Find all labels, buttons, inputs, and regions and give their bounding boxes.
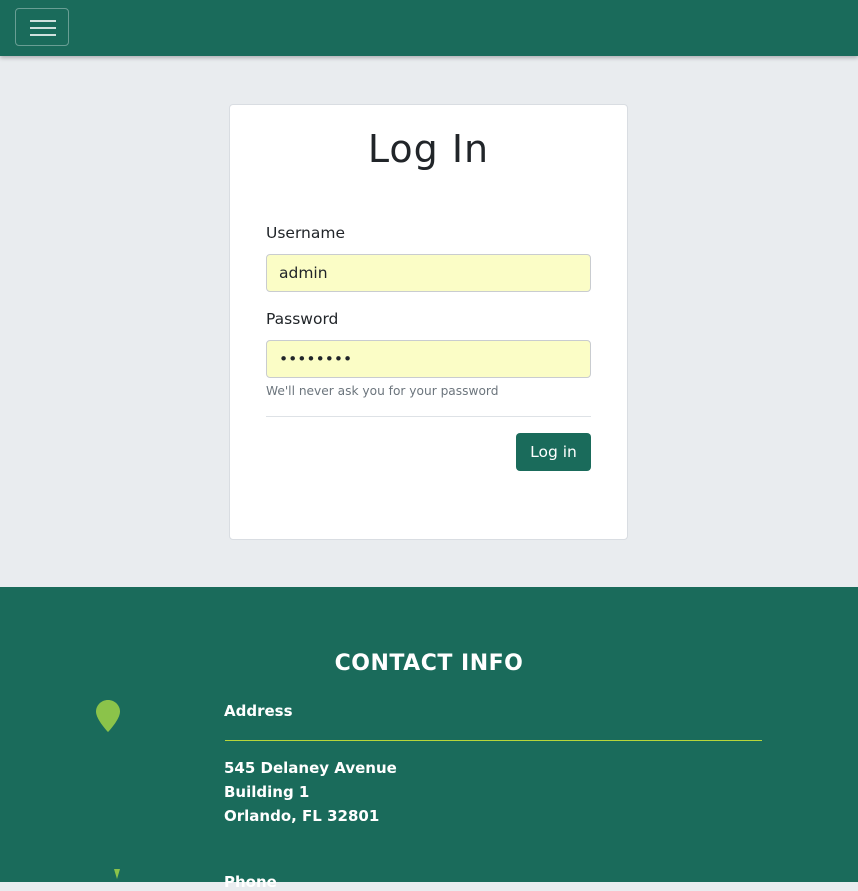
password-help-text: We'll never ask you for your password — [266, 384, 499, 398]
map-pin-icon — [96, 700, 120, 732]
password-input[interactable] — [266, 340, 591, 378]
address-line-2: Building 1 — [224, 783, 310, 801]
phone-icon — [114, 869, 120, 879]
contact-info-heading: CONTACT INFO — [334, 651, 524, 676]
hamburger-menu-icon-bar — [30, 34, 56, 36]
address-line-3: Orlando, FL 32801 — [224, 807, 380, 825]
login-submit-button[interactable]: Log in — [516, 433, 591, 471]
address-divider — [225, 740, 762, 741]
username-label: Username — [266, 224, 346, 242]
username-input[interactable] — [266, 254, 591, 292]
hamburger-menu-icon-bar — [30, 27, 56, 29]
navbar-toggle-button[interactable] — [15, 8, 69, 46]
address-line-1: 545 Delaney Avenue — [224, 759, 397, 777]
password-label: Password — [266, 310, 339, 328]
address-heading: Address — [224, 702, 293, 720]
contact-footer: CONTACT INFO Address 545 Delaney Avenue … — [0, 587, 858, 891]
form-divider — [266, 416, 591, 417]
login-card: Log In Username Password We'll never ask… — [229, 104, 628, 540]
hamburger-menu-icon — [30, 20, 56, 22]
top-navbar — [0, 0, 858, 56]
phone-heading: Phone — [224, 873, 277, 891]
login-title: Log In — [367, 127, 490, 171]
